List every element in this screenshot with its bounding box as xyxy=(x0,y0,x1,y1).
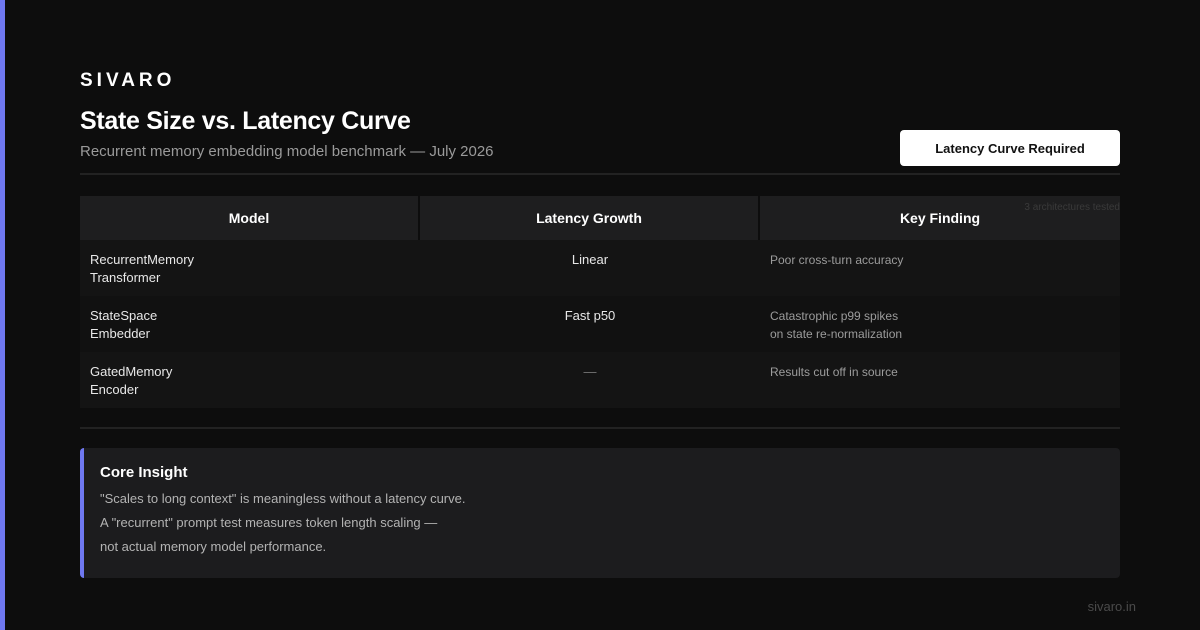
benchmark-table: Model Latency Growth Key Finding 3 archi… xyxy=(80,196,1120,408)
insight-title: Core Insight xyxy=(100,464,188,481)
model-cell: RecurrentMemory Transformer xyxy=(80,240,420,296)
brand-logo: SIVARO xyxy=(80,70,176,91)
model-name-line: RecurrentMemory xyxy=(90,252,195,267)
latency-cell: Fast p50 xyxy=(564,308,616,323)
finding-cell: Poor cross-turn accuracy xyxy=(760,240,1120,296)
latency-curve-button[interactable]: Latency Curve Required xyxy=(900,130,1120,166)
page-title: State Size vs. Latency Curve xyxy=(80,107,411,135)
page-subtitle: Recurrent memory embedding model benchma… xyxy=(80,143,494,160)
column-header-latency: Latency Growth xyxy=(420,196,758,240)
core-insight-callout: Core Insight xyxy=(80,448,1120,578)
model-name-line: GatedMemory xyxy=(90,364,173,379)
finding-line: Catastrophic p99 spikes xyxy=(770,309,899,323)
model-name-line: Encoder xyxy=(90,382,139,397)
finding-line: Results cut off in source xyxy=(770,365,898,379)
insight-line: not actual memory model performance. xyxy=(100,539,327,554)
insight-line: A "recurrent" prompt test measures token… xyxy=(100,515,438,530)
architectures-tested-note: 3 architectures tested xyxy=(1024,202,1120,213)
table-row: GatedMemory Encoder — Results cut off in… xyxy=(80,352,1120,408)
model-name-line: StateSpace xyxy=(90,308,158,323)
model-name-line: Transformer xyxy=(90,270,161,285)
latency-cell: Linear xyxy=(571,252,609,267)
footer-url: sivaro.in xyxy=(1087,599,1136,614)
model-cell: StateSpace Embedder xyxy=(80,296,420,352)
left-accent-bar xyxy=(0,0,5,630)
column-header-model: Model xyxy=(80,196,418,240)
insight-line: "Scales to long context" is meaningless … xyxy=(100,491,466,506)
section-divider xyxy=(80,427,1120,429)
table-row: RecurrentMemory Transformer Linear Poor … xyxy=(80,240,1120,296)
header-divider xyxy=(80,173,1120,175)
model-cell: GatedMemory Encoder xyxy=(80,352,420,408)
callout-accent-bar xyxy=(80,448,84,578)
model-name-line: Embedder xyxy=(90,326,150,341)
finding-line: on state re-normalization xyxy=(770,327,903,341)
table-header: Model Latency Growth Key Finding 3 archi… xyxy=(80,196,1120,240)
latency-cell: — xyxy=(583,364,597,379)
finding-cell: Results cut off in source xyxy=(760,352,1120,408)
table-row: StateSpace Embedder Fast p50 Catastrophi… xyxy=(80,296,1120,352)
finding-cell: Catastrophic p99 spikes on state re-norm… xyxy=(760,296,1120,352)
finding-line: Poor cross-turn accuracy xyxy=(770,253,904,267)
